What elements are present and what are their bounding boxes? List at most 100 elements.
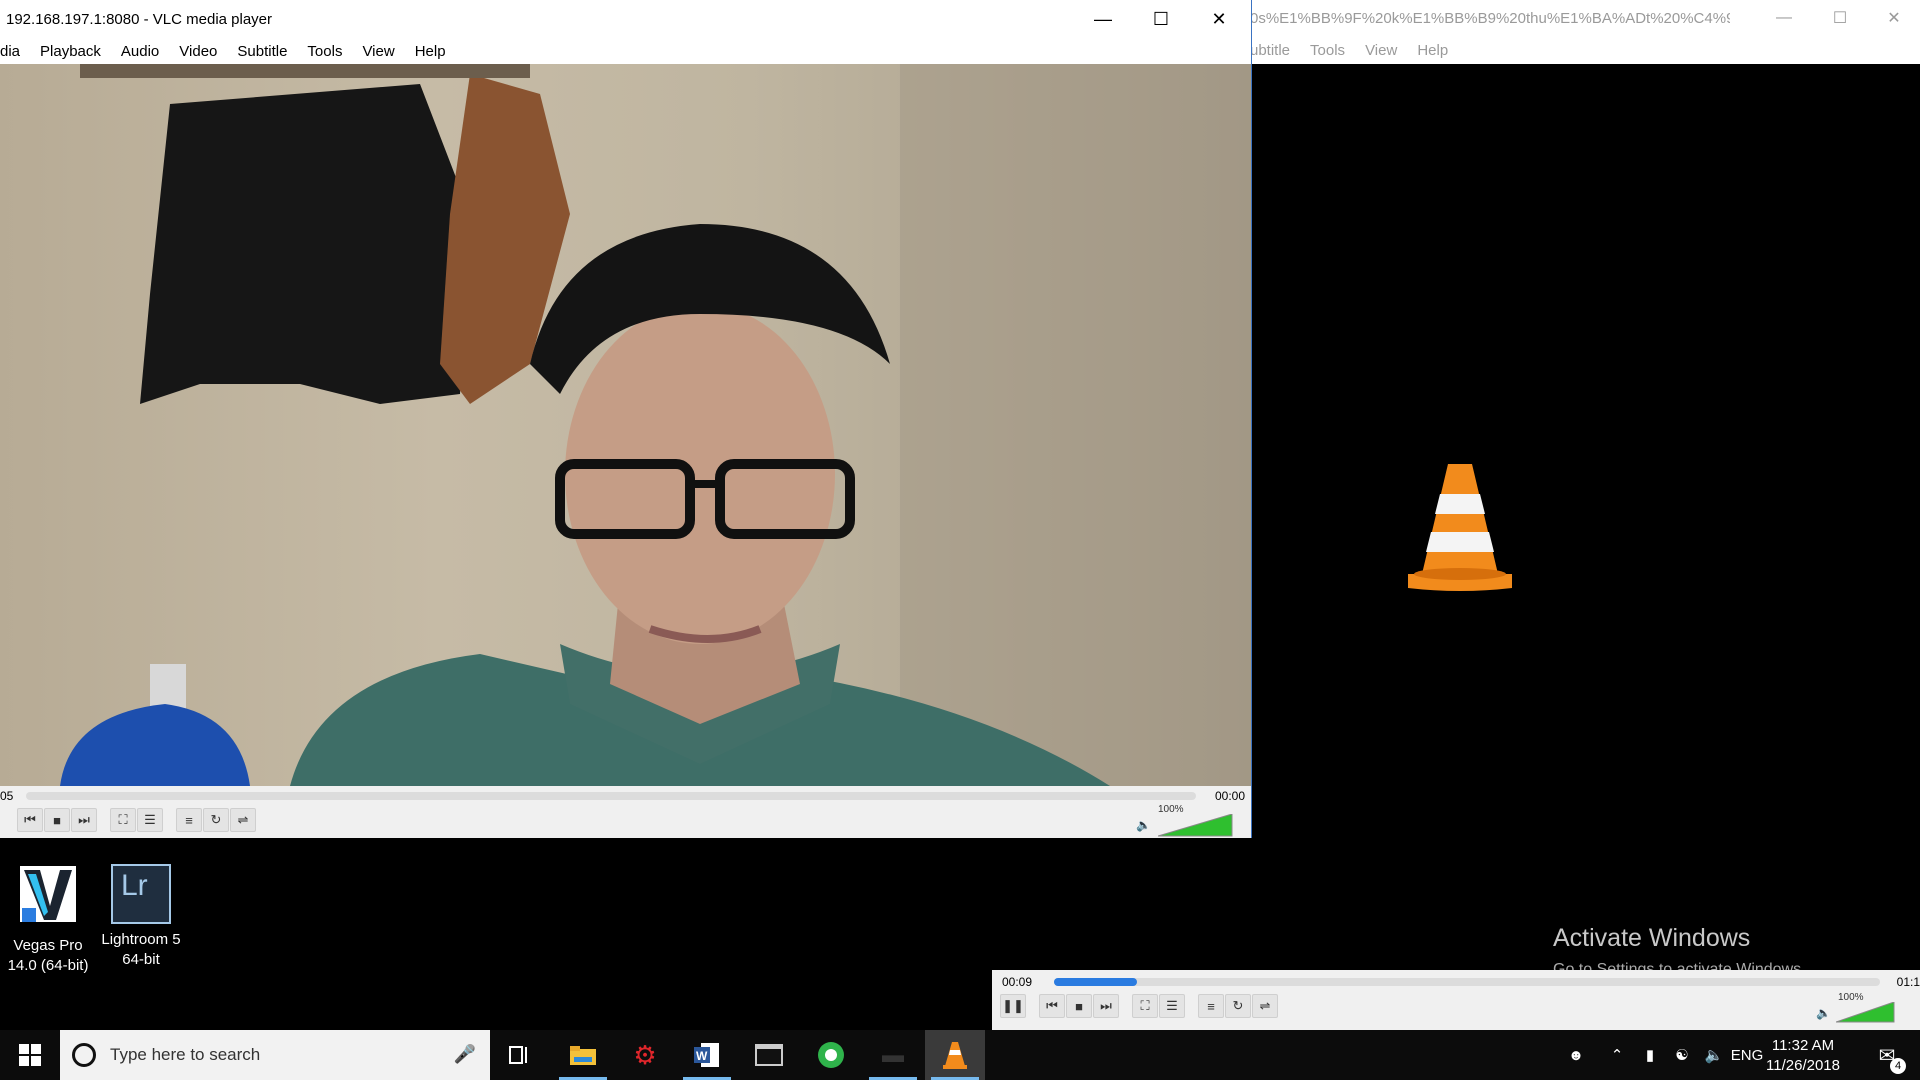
volume-slider[interactable]: [1836, 1002, 1896, 1024]
notification-count-badge: 4: [1890, 1058, 1906, 1074]
menu-view[interactable]: View: [1365, 42, 1397, 59]
title-bar[interactable]: 192.168.197.1:8080 - VLC media player — …: [0, 0, 1251, 38]
volume-slider[interactable]: [1158, 814, 1234, 838]
task-view-button[interactable]: [490, 1030, 550, 1080]
battery-icon[interactable]: ▮: [1634, 1030, 1666, 1080]
video-area[interactable]: [0, 64, 1251, 786]
shuffle-icon[interactable]: ⇌: [230, 808, 256, 832]
menu-video[interactable]: Video: [179, 43, 217, 60]
task-view-icon: [509, 1046, 527, 1064]
menu-help[interactable]: Help: [415, 43, 446, 60]
minimize-icon[interactable]: —: [1756, 0, 1812, 36]
menu-subtitle[interactable]: Subtitle: [237, 43, 287, 60]
fullscreen-icon[interactable]: ⛶: [1132, 994, 1158, 1018]
microphone-icon[interactable]: 🎤: [454, 1044, 476, 1065]
close-icon[interactable]: ✕: [1190, 0, 1248, 38]
maximize-icon[interactable]: ☐: [1812, 0, 1868, 36]
menu-media[interactable]: dia: [0, 43, 20, 60]
vegas-pro-icon: [20, 866, 76, 922]
speaker-icon[interactable]: 🔈: [1136, 818, 1151, 832]
speaker-icon[interactable]: 🔈: [1698, 1030, 1730, 1080]
loop-icon[interactable]: ↻: [1225, 994, 1251, 1018]
fullscreen-icon[interactable]: ⛶: [110, 808, 136, 832]
lightroom-icon: Lr: [111, 864, 171, 924]
taskbar-app[interactable]: ▬: [863, 1030, 923, 1080]
vlc-window-background[interactable]: 0s%E1%BB%9F%20k%E1%BB%B9%20thu%E1%BA%ADt…: [1220, 0, 1920, 1030]
volume-control[interactable]: 🔈 100%: [1816, 992, 1916, 1024]
time-elapsed: 00:09: [1002, 975, 1033, 989]
pause-icon[interactable]: ❚❚: [1000, 994, 1026, 1018]
previous-icon[interactable]: ⏮: [1039, 994, 1065, 1018]
taskbar-word[interactable]: W: [677, 1030, 737, 1080]
seek-bar[interactable]: [1054, 978, 1880, 986]
show-hidden-icons-icon[interactable]: ⌃: [1600, 1030, 1634, 1080]
coccoc-browser-icon: [818, 1042, 844, 1068]
taskbar-terminal[interactable]: [739, 1030, 799, 1080]
menu-help[interactable]: Help: [1417, 42, 1448, 59]
stop-icon[interactable]: ■: [1066, 994, 1092, 1018]
time-total: 00:00: [1214, 789, 1245, 803]
menu-audio[interactable]: Audio: [121, 43, 159, 60]
taskbar-search-box[interactable]: Type here to search 🎤: [60, 1030, 490, 1080]
stop-icon[interactable]: ■: [44, 808, 70, 832]
start-button[interactable]: [0, 1030, 60, 1080]
menu-tools[interactable]: Tools: [1310, 42, 1345, 59]
action-center-button[interactable]: ✉ 4: [1862, 1030, 1912, 1080]
menu-bar: ubtitle Tools View Help: [1220, 36, 1920, 64]
folder-icon: [570, 1046, 596, 1065]
window-title: 192.168.197.1:8080 - VLC media player: [6, 11, 273, 28]
volume-control[interactable]: 🔈 100%: [1136, 804, 1236, 838]
window-title: 0s%E1%BB%9F%20k%E1%BB%B9%20thu%E1%BA%ADt…: [1250, 10, 1730, 27]
desktop-icon-lightroom[interactable]: Lr Lightroom 5 64-bit: [93, 864, 189, 970]
desktop: 0s%E1%BB%9F%20k%E1%BB%B9%20thu%E1%BA%ADt…: [0, 0, 1920, 1030]
time-total: 01:1: [1896, 975, 1920, 989]
taskbar-coccoc[interactable]: [801, 1030, 861, 1080]
taskbar-vlc[interactable]: [925, 1030, 985, 1080]
extended-settings-icon[interactable]: ☰: [137, 808, 163, 832]
clock-date: 11/26/2018: [1766, 1057, 1840, 1074]
menu-subtitle[interactable]: ubtitle: [1250, 42, 1290, 59]
wifi-icon[interactable]: ☯: [1666, 1030, 1698, 1080]
menu-playback[interactable]: Playback: [40, 43, 101, 60]
video-area[interactable]: [1220, 64, 1920, 970]
menu-tools[interactable]: Tools: [307, 43, 342, 60]
previous-icon[interactable]: ⏮: [17, 808, 43, 832]
cortana-icon: [72, 1043, 96, 1067]
word-icon: W: [694, 1043, 719, 1067]
maximize-icon[interactable]: ☐: [1132, 0, 1190, 38]
title-bar[interactable]: 0s%E1%BB%9F%20k%E1%BB%B9%20thu%E1%BA%ADt…: [1220, 0, 1920, 36]
shuffle-icon[interactable]: ⇌: [1252, 994, 1278, 1018]
next-icon[interactable]: ⏭: [1093, 994, 1119, 1018]
speaker-icon[interactable]: 🔈: [1816, 1006, 1831, 1020]
playlist-icon[interactable]: ≡: [1198, 994, 1224, 1018]
webcam-video-frame: [0, 64, 1251, 786]
windows-logo-icon: [19, 1044, 41, 1066]
clock[interactable]: 11:32 AM 11/26/2018: [1758, 1036, 1848, 1076]
desktop-icon-vegas-pro[interactable]: Vegas Pro 14.0 (64-bit): [0, 864, 96, 976]
time-elapsed: 05: [0, 789, 14, 803]
people-icon[interactable]: ☻: [1556, 1030, 1596, 1080]
playback-controls-foreground: 05 00:00 ⏮ ■ ⏭ ⛶ ☰ ≡ ↻ ⇌ 🔈 100%: [0, 786, 1251, 838]
icon-label-line2: 64-bit: [122, 951, 160, 968]
taskbar-garena[interactable]: ⚙: [615, 1030, 675, 1080]
taskbar-file-explorer[interactable]: [553, 1030, 613, 1080]
seek-bar[interactable]: [26, 792, 1196, 800]
svg-text:W: W: [696, 1049, 708, 1063]
watermark-title: Activate Windows: [1553, 924, 1751, 952]
garena-icon: ⚙: [633, 1039, 657, 1070]
seek-progress: [1054, 978, 1137, 986]
loop-icon[interactable]: ↻: [203, 808, 229, 832]
extended-settings-icon[interactable]: ☰: [1159, 994, 1185, 1018]
menu-view[interactable]: View: [362, 43, 394, 60]
search-placeholder: Type here to search: [110, 1045, 261, 1064]
close-icon[interactable]: ✕: [1866, 0, 1920, 36]
icon-label-line2: 14.0 (64-bit): [7, 957, 89, 974]
next-icon[interactable]: ⏭: [71, 808, 97, 832]
playlist-icon[interactable]: ≡: [176, 808, 202, 832]
minimize-icon[interactable]: —: [1074, 0, 1132, 38]
vlc-cone-icon: [1408, 464, 1512, 591]
vlc-icon: [943, 1042, 967, 1069]
icon-label-line1: Lightroom 5: [101, 931, 181, 948]
taskbar: Type here to search 🎤 ⚙ W ▬ ☻ ⌃ ▮ ☯ 🔈 EN…: [0, 1030, 1920, 1080]
vlc-window-foreground[interactable]: 192.168.197.1:8080 - VLC media player — …: [0, 0, 1252, 838]
